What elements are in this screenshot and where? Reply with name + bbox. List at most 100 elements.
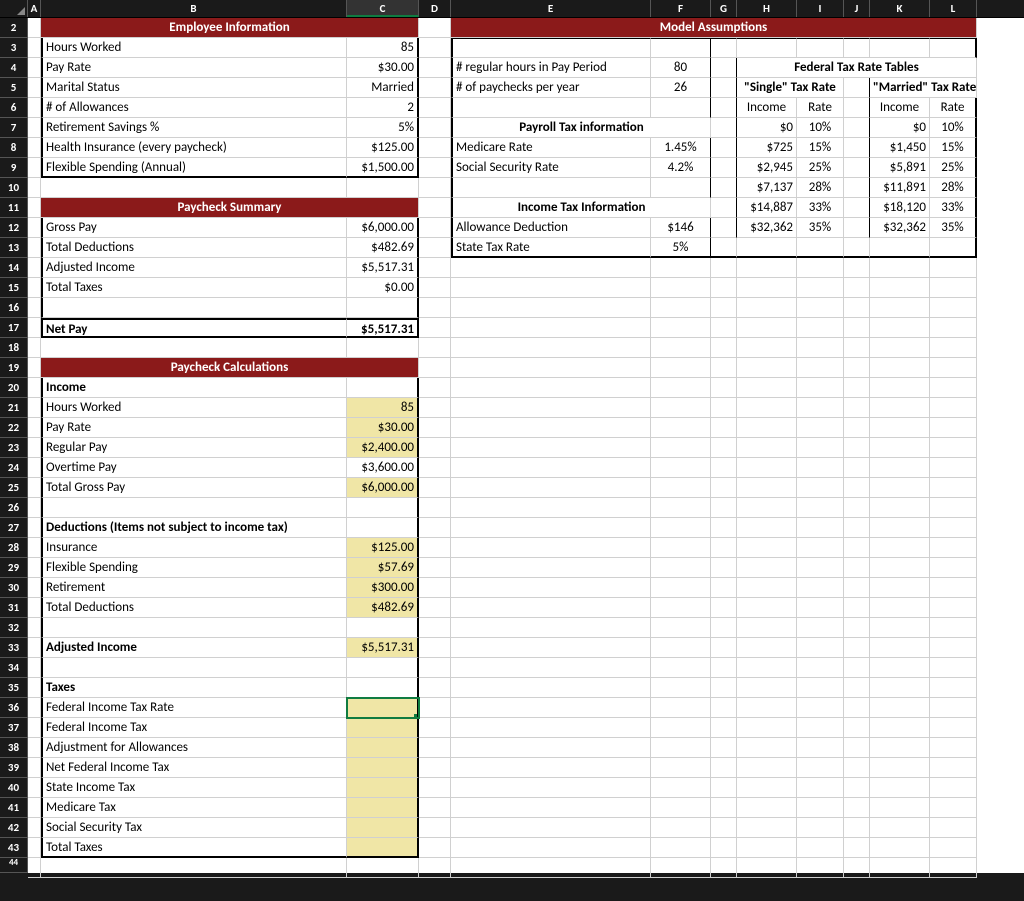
cell-L37[interactable]	[930, 718, 977, 738]
cell-A7[interactable]	[28, 118, 41, 138]
cell-G40[interactable]	[711, 778, 737, 798]
cell-D7[interactable]	[419, 118, 451, 138]
cell-K17[interactable]	[870, 318, 930, 338]
cell-I23[interactable]	[797, 438, 844, 458]
cell-L41[interactable]	[930, 798, 977, 818]
row-header-44[interactable]: 44	[0, 858, 28, 873]
cell-B13[interactable]: Total Deductions	[41, 238, 347, 258]
cell-E33[interactable]	[451, 638, 651, 658]
cell-B28[interactable]: Insurance	[41, 538, 347, 558]
cell-I35[interactable]	[797, 678, 844, 698]
cell-B7[interactable]: Retirement Savings %	[41, 118, 347, 138]
cell-A39[interactable]	[28, 758, 41, 778]
cell-F35[interactable]	[651, 678, 711, 698]
cell-A24[interactable]	[28, 458, 41, 478]
row-header-42[interactable]: 42	[0, 818, 28, 838]
cell-H8[interactable]: $725	[737, 138, 797, 158]
cell-F28[interactable]	[651, 538, 711, 558]
cell-L24[interactable]	[930, 458, 977, 478]
cell-C13[interactable]: $482.69	[347, 238, 419, 258]
row-header-31[interactable]: 31	[0, 598, 28, 618]
cell-E2[interactable]: Model Assumptions	[451, 18, 977, 38]
cell-A42[interactable]	[28, 818, 41, 838]
cell-L40[interactable]	[930, 778, 977, 798]
cell-E37[interactable]	[451, 718, 651, 738]
cell-H34[interactable]	[737, 658, 797, 678]
cell-B42[interactable]: Social Security Tax	[41, 818, 347, 838]
cell-L23[interactable]	[930, 438, 977, 458]
cell-I43[interactable]	[797, 838, 844, 858]
cell-E28[interactable]	[451, 538, 651, 558]
cell-F32[interactable]	[651, 618, 711, 638]
cell-F6[interactable]	[651, 98, 711, 118]
row-header-34[interactable]: 34	[0, 658, 28, 678]
cell-H3[interactable]	[737, 38, 797, 58]
cell-C12[interactable]: $6,000.00	[347, 218, 419, 238]
cell-H12[interactable]: $32,362	[737, 218, 797, 238]
cell-C30[interactable]: $300.00	[347, 578, 419, 598]
col-header-E[interactable]: E	[451, 0, 651, 17]
cell-A5[interactable]	[28, 78, 41, 98]
row-header-37[interactable]: 37	[0, 718, 28, 738]
cell-K35[interactable]	[870, 678, 930, 698]
cell-C21[interactable]: 85	[347, 398, 419, 418]
cell-I22[interactable]	[797, 418, 844, 438]
cell-G26[interactable]	[711, 498, 737, 518]
cell-B8[interactable]: Health Insurance (every paycheck)	[41, 138, 347, 158]
row-header-9[interactable]: 9	[0, 158, 28, 178]
cell-F9[interactable]: 4.2%	[651, 158, 711, 178]
col-header-A[interactable]: A	[28, 0, 41, 17]
cell-A40[interactable]	[28, 778, 41, 798]
cell-E9[interactable]: Social Security Rate	[451, 158, 651, 178]
cell-G11[interactable]	[711, 198, 737, 218]
cell-H27[interactable]	[737, 518, 797, 538]
cell-G39[interactable]	[711, 758, 737, 778]
cell-D31[interactable]	[419, 598, 451, 618]
cell-B21[interactable]: Hours Worked	[41, 398, 347, 418]
cell-B6[interactable]: # of Allowances	[41, 98, 347, 118]
cell-A23[interactable]	[28, 438, 41, 458]
cell-K6[interactable]: Income	[870, 98, 930, 118]
cell-J10[interactable]	[844, 178, 870, 198]
row-header-19[interactable]: 19	[0, 358, 28, 378]
cell-H11[interactable]: $14,887	[737, 198, 797, 218]
cell-B14[interactable]: Adjusted Income	[41, 258, 347, 278]
row-header-25[interactable]: 25	[0, 478, 28, 498]
cell-H5[interactable]: "Single" Tax Rate	[737, 78, 844, 98]
cell-H42[interactable]	[737, 818, 797, 838]
cell-J8[interactable]	[844, 138, 870, 158]
cell-K11[interactable]: $18,120	[870, 198, 930, 218]
cell-G5[interactable]	[711, 78, 737, 98]
cell-H25[interactable]	[737, 478, 797, 498]
cell-H14[interactable]	[737, 258, 797, 278]
cell-K21[interactable]	[870, 398, 930, 418]
cell-G30[interactable]	[711, 578, 737, 598]
cell-J9[interactable]	[844, 158, 870, 178]
cell-E30[interactable]	[451, 578, 651, 598]
col-header-K[interactable]: K	[870, 0, 930, 17]
cell-D4[interactable]	[419, 58, 451, 78]
cell-B43[interactable]: Total Taxes	[41, 838, 347, 858]
row-header-6[interactable]: 6	[0, 98, 28, 118]
cell-L26[interactable]	[930, 498, 977, 518]
cell-B26[interactable]	[41, 498, 347, 518]
cell-A35[interactable]	[28, 678, 41, 698]
cell-A38[interactable]	[28, 738, 41, 758]
cell-E3[interactable]	[451, 38, 651, 58]
row-header-10[interactable]: 10	[0, 178, 28, 198]
col-header-L[interactable]: L	[930, 0, 977, 17]
cell-A26[interactable]	[28, 498, 41, 518]
cell-D32[interactable]	[419, 618, 451, 638]
cell-G28[interactable]	[711, 538, 737, 558]
cell-J31[interactable]	[844, 598, 870, 618]
cell-C41[interactable]	[347, 798, 419, 818]
row-header-14[interactable]: 14	[0, 258, 28, 278]
cell-G6[interactable]	[711, 98, 737, 118]
cell-A18[interactable]	[28, 338, 41, 358]
cell-C15[interactable]: $0.00	[347, 278, 419, 298]
cell-F3[interactable]	[651, 38, 711, 58]
cell-H21[interactable]	[737, 398, 797, 418]
cell-G18[interactable]	[711, 338, 737, 358]
cell-B9[interactable]: Flexible Spending (Annual)	[41, 158, 347, 178]
cell-K22[interactable]	[870, 418, 930, 438]
